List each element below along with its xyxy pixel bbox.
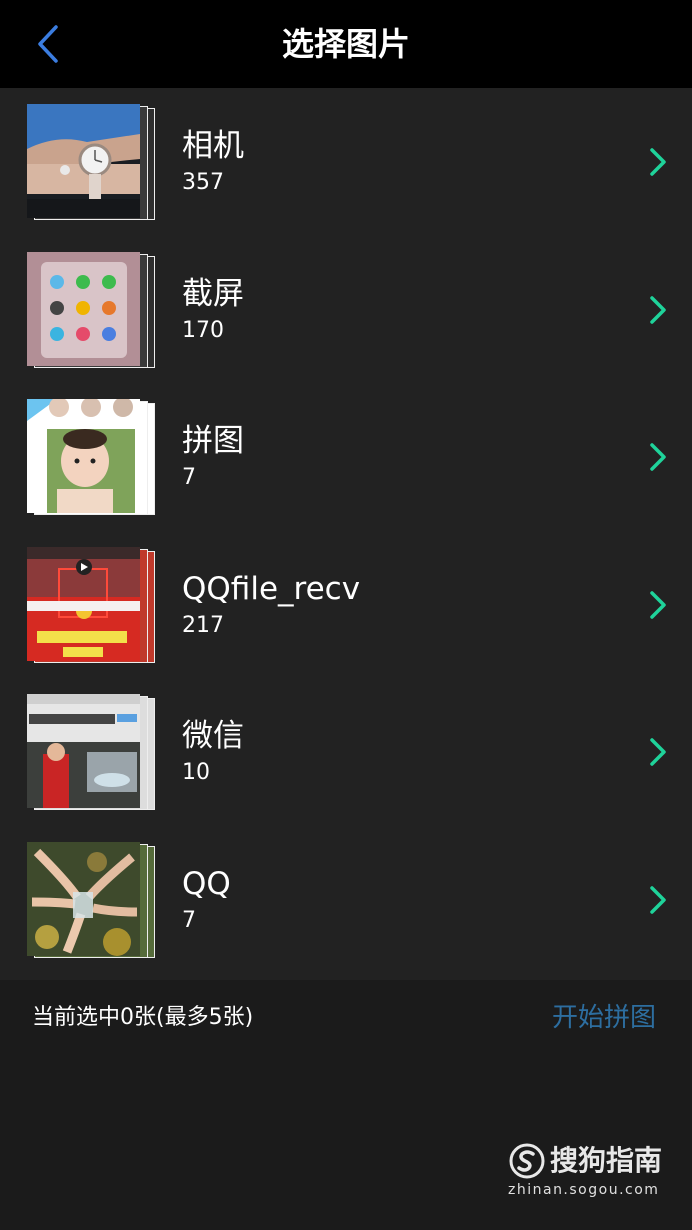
album-count: 10 <box>182 760 210 785</box>
chevron-right-icon <box>650 590 666 619</box>
album-thumbnail-stack <box>27 104 155 220</box>
album-thumbnail-stack <box>27 546 155 663</box>
album-row-qqfile-recv[interactable]: QQfile_recv 217 <box>0 531 692 679</box>
article-photo-icon <box>27 694 140 808</box>
album-count: 7 <box>182 465 196 490</box>
album-count: 357 <box>182 170 224 195</box>
bottom-bar: 当前选中0张(最多5张) 开始拼图 搜狗指南 zhinan.sogou.com <box>0 980 692 1230</box>
chevron-right-icon <box>650 885 666 914</box>
album-count: 7 <box>182 907 196 933</box>
selection-count-text: 当前选中0张(最多5张) <box>32 1005 254 1030</box>
album-count: 217 <box>182 612 224 638</box>
toast-photo-icon <box>27 841 140 956</box>
baby-collage-icon <box>27 399 140 513</box>
start-collage-button[interactable]: 开始拼图 <box>552 1000 656 1036</box>
album-row-collage[interactable]: 拼图 7 <box>0 383 692 531</box>
chevron-right-icon <box>650 443 666 471</box>
album-list: 相机 357 截屏 170 拼图 7 QQfile_recv 217 微信 10… <box>0 88 692 980</box>
sogou-watermark: 搜狗指南 zhinan.sogou.com <box>508 1142 668 1208</box>
album-name: 截屏 <box>182 275 244 312</box>
album-name: QQfile_recv <box>182 570 361 607</box>
album-thumbnail-stack <box>27 399 155 515</box>
watermark-brand: 搜狗指南 <box>550 1144 663 1177</box>
album-name: QQ <box>182 865 231 902</box>
chevron-right-icon <box>650 295 666 324</box>
album-count: 170 <box>182 317 224 343</box>
page-title: 选择图片 <box>281 25 410 63</box>
album-name: 微信 <box>182 718 244 754</box>
sogou-logo-icon <box>509 1143 545 1179</box>
chevron-right-icon <box>650 738 666 766</box>
watch-photo-icon <box>27 104 140 218</box>
top-bar: 选择图片 <box>0 0 692 88</box>
album-row-camera[interactable]: 相机 357 <box>0 88 692 236</box>
album-row-wechat[interactable]: 微信 10 <box>0 678 692 826</box>
red-promo-icon <box>27 546 140 661</box>
album-row-screenshots[interactable]: 截屏 170 <box>0 236 692 384</box>
album-thumbnail-stack <box>27 841 155 958</box>
album-thumbnail-stack <box>27 251 155 368</box>
screenshot-icon <box>27 251 140 366</box>
watermark-url: zhinan.sogou.com <box>508 1182 660 1198</box>
album-thumbnail-stack <box>27 694 155 810</box>
album-name: 相机 <box>182 128 244 164</box>
chevron-right-icon <box>650 148 666 176</box>
album-row-qq[interactable]: QQ 7 <box>0 826 692 974</box>
album-name: 拼图 <box>182 423 244 459</box>
